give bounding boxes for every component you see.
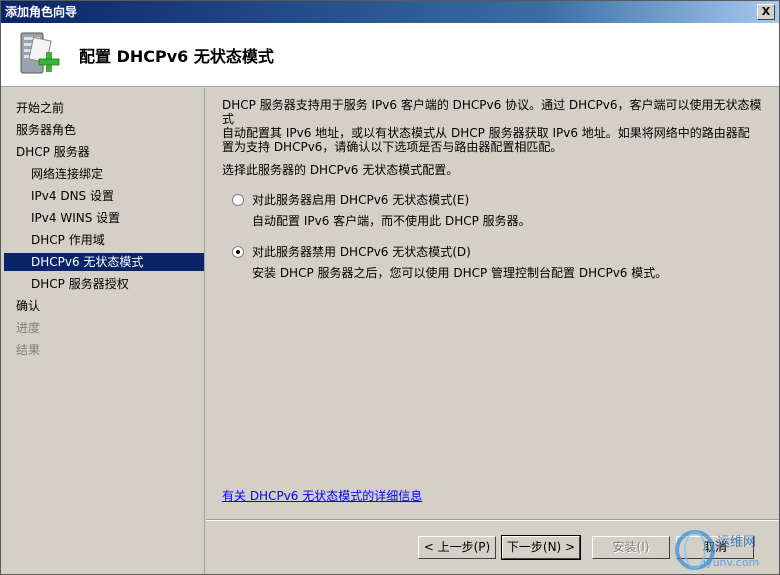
watermark-subtext: iyunv.com bbox=[703, 556, 759, 569]
window-title: 添加角色向导 bbox=[5, 5, 78, 19]
sidebar-item-network-binding[interactable]: 网络连接绑定 bbox=[4, 165, 204, 183]
selection-prompt: 选择此服务器的 DHCPv6 无状态模式配置。 bbox=[222, 163, 459, 177]
enable-stateless-option[interactable]: 对此服务器启用 DHCPv6 无状态模式(E) bbox=[232, 192, 469, 208]
sidebar-item-results: 结果 bbox=[16, 343, 41, 357]
description-line: 自动配置其 IPv6 地址，或以有状态模式从 DHCP 服务器获取 IPv6 地… bbox=[222, 126, 750, 140]
wizard-window: 添加角色向导 X 配置 DHCPv6 无状态模式 开始之前 服务器角色 DHCP… bbox=[0, 0, 780, 575]
enable-stateless-label: 对此服务器启用 DHCPv6 无状态模式(E) bbox=[252, 193, 470, 207]
sidebar-item-ipv4-dns[interactable]: IPv4 DNS 设置 bbox=[4, 187, 204, 205]
more-info-link[interactable]: 有关 DHCPv6 无状态模式的详细信息 bbox=[222, 487, 422, 504]
watermark-logo: 运维网 iyunv.com bbox=[675, 530, 759, 570]
sidebar-item-progress: 进度 bbox=[16, 321, 41, 335]
sidebar-item-dhcp-authorization[interactable]: DHCP 服务器授权 bbox=[4, 275, 204, 293]
description-line: 置为支持 DHCPv6，请确认以下选项是否与路由器配置相匹配。 bbox=[222, 140, 563, 154]
sidebar-item-dhcp-server[interactable]: DHCP 服务器 bbox=[4, 143, 204, 161]
close-icon: X bbox=[761, 5, 771, 18]
disable-stateless-description: 安装 DHCP 服务器之后，您可以使用 DHCP 管理控制台配置 DHCPv6 … bbox=[252, 266, 668, 280]
disable-stateless-label: 对此服务器禁用 DHCPv6 无状态模式(D) bbox=[252, 245, 471, 259]
close-button[interactable]: X bbox=[757, 4, 775, 20]
server-add-icon bbox=[20, 32, 60, 74]
title-bar: 添加角色向导 X bbox=[1, 1, 779, 23]
install-button: 安装(I) bbox=[592, 536, 670, 559]
disable-stateless-option[interactable]: 对此服务器禁用 DHCPv6 无状态模式(D) bbox=[232, 244, 471, 260]
wizard-content: DHCP 服务器支持用于服务 IPv6 客户端的 DHCPv6 协议。通过 DH… bbox=[206, 88, 779, 520]
watermark-text: 运维网 bbox=[717, 535, 756, 550]
description-text: DHCP 服务器支持用于服务 IPv6 客户端的 DHCPv6 协议。通过 DH… bbox=[222, 98, 762, 154]
sidebar-item-dhcp-scopes[interactable]: DHCP 作用域 bbox=[4, 231, 204, 249]
enable-stateless-description: 自动配置 IPv6 客户端，而不使用此 DHCP 服务器。 bbox=[252, 214, 531, 228]
disable-stateless-radio[interactable] bbox=[232, 246, 244, 258]
page-title: 配置 DHCPv6 无状态模式 bbox=[79, 47, 274, 66]
description-line: DHCP 服务器支持用于服务 IPv6 客户端的 DHCPv6 协议。通过 DH… bbox=[222, 98, 762, 126]
sidebar-item-confirmation[interactable]: 确认 bbox=[4, 297, 204, 315]
sidebar-item-dhcpv6-stateless[interactable]: DHCPv6 无状态模式 bbox=[4, 253, 204, 271]
sidebar-item-server-roles[interactable]: 服务器角色 bbox=[4, 121, 204, 139]
wizard-steps-sidebar: 开始之前 服务器角色 DHCP 服务器 网络连接绑定 IPv4 DNS 设置 I… bbox=[1, 88, 205, 574]
enable-stateless-radio[interactable] bbox=[232, 194, 244, 206]
next-button[interactable]: 下一步(N) > bbox=[501, 535, 581, 560]
sidebar-item-ipv4-wins[interactable]: IPv4 WINS 设置 bbox=[4, 209, 204, 227]
sidebar-item-before-you-begin[interactable]: 开始之前 bbox=[4, 99, 204, 117]
wizard-header: 配置 DHCPv6 无状态模式 bbox=[1, 23, 779, 87]
back-button[interactable]: < 上一步(P) bbox=[418, 536, 496, 559]
